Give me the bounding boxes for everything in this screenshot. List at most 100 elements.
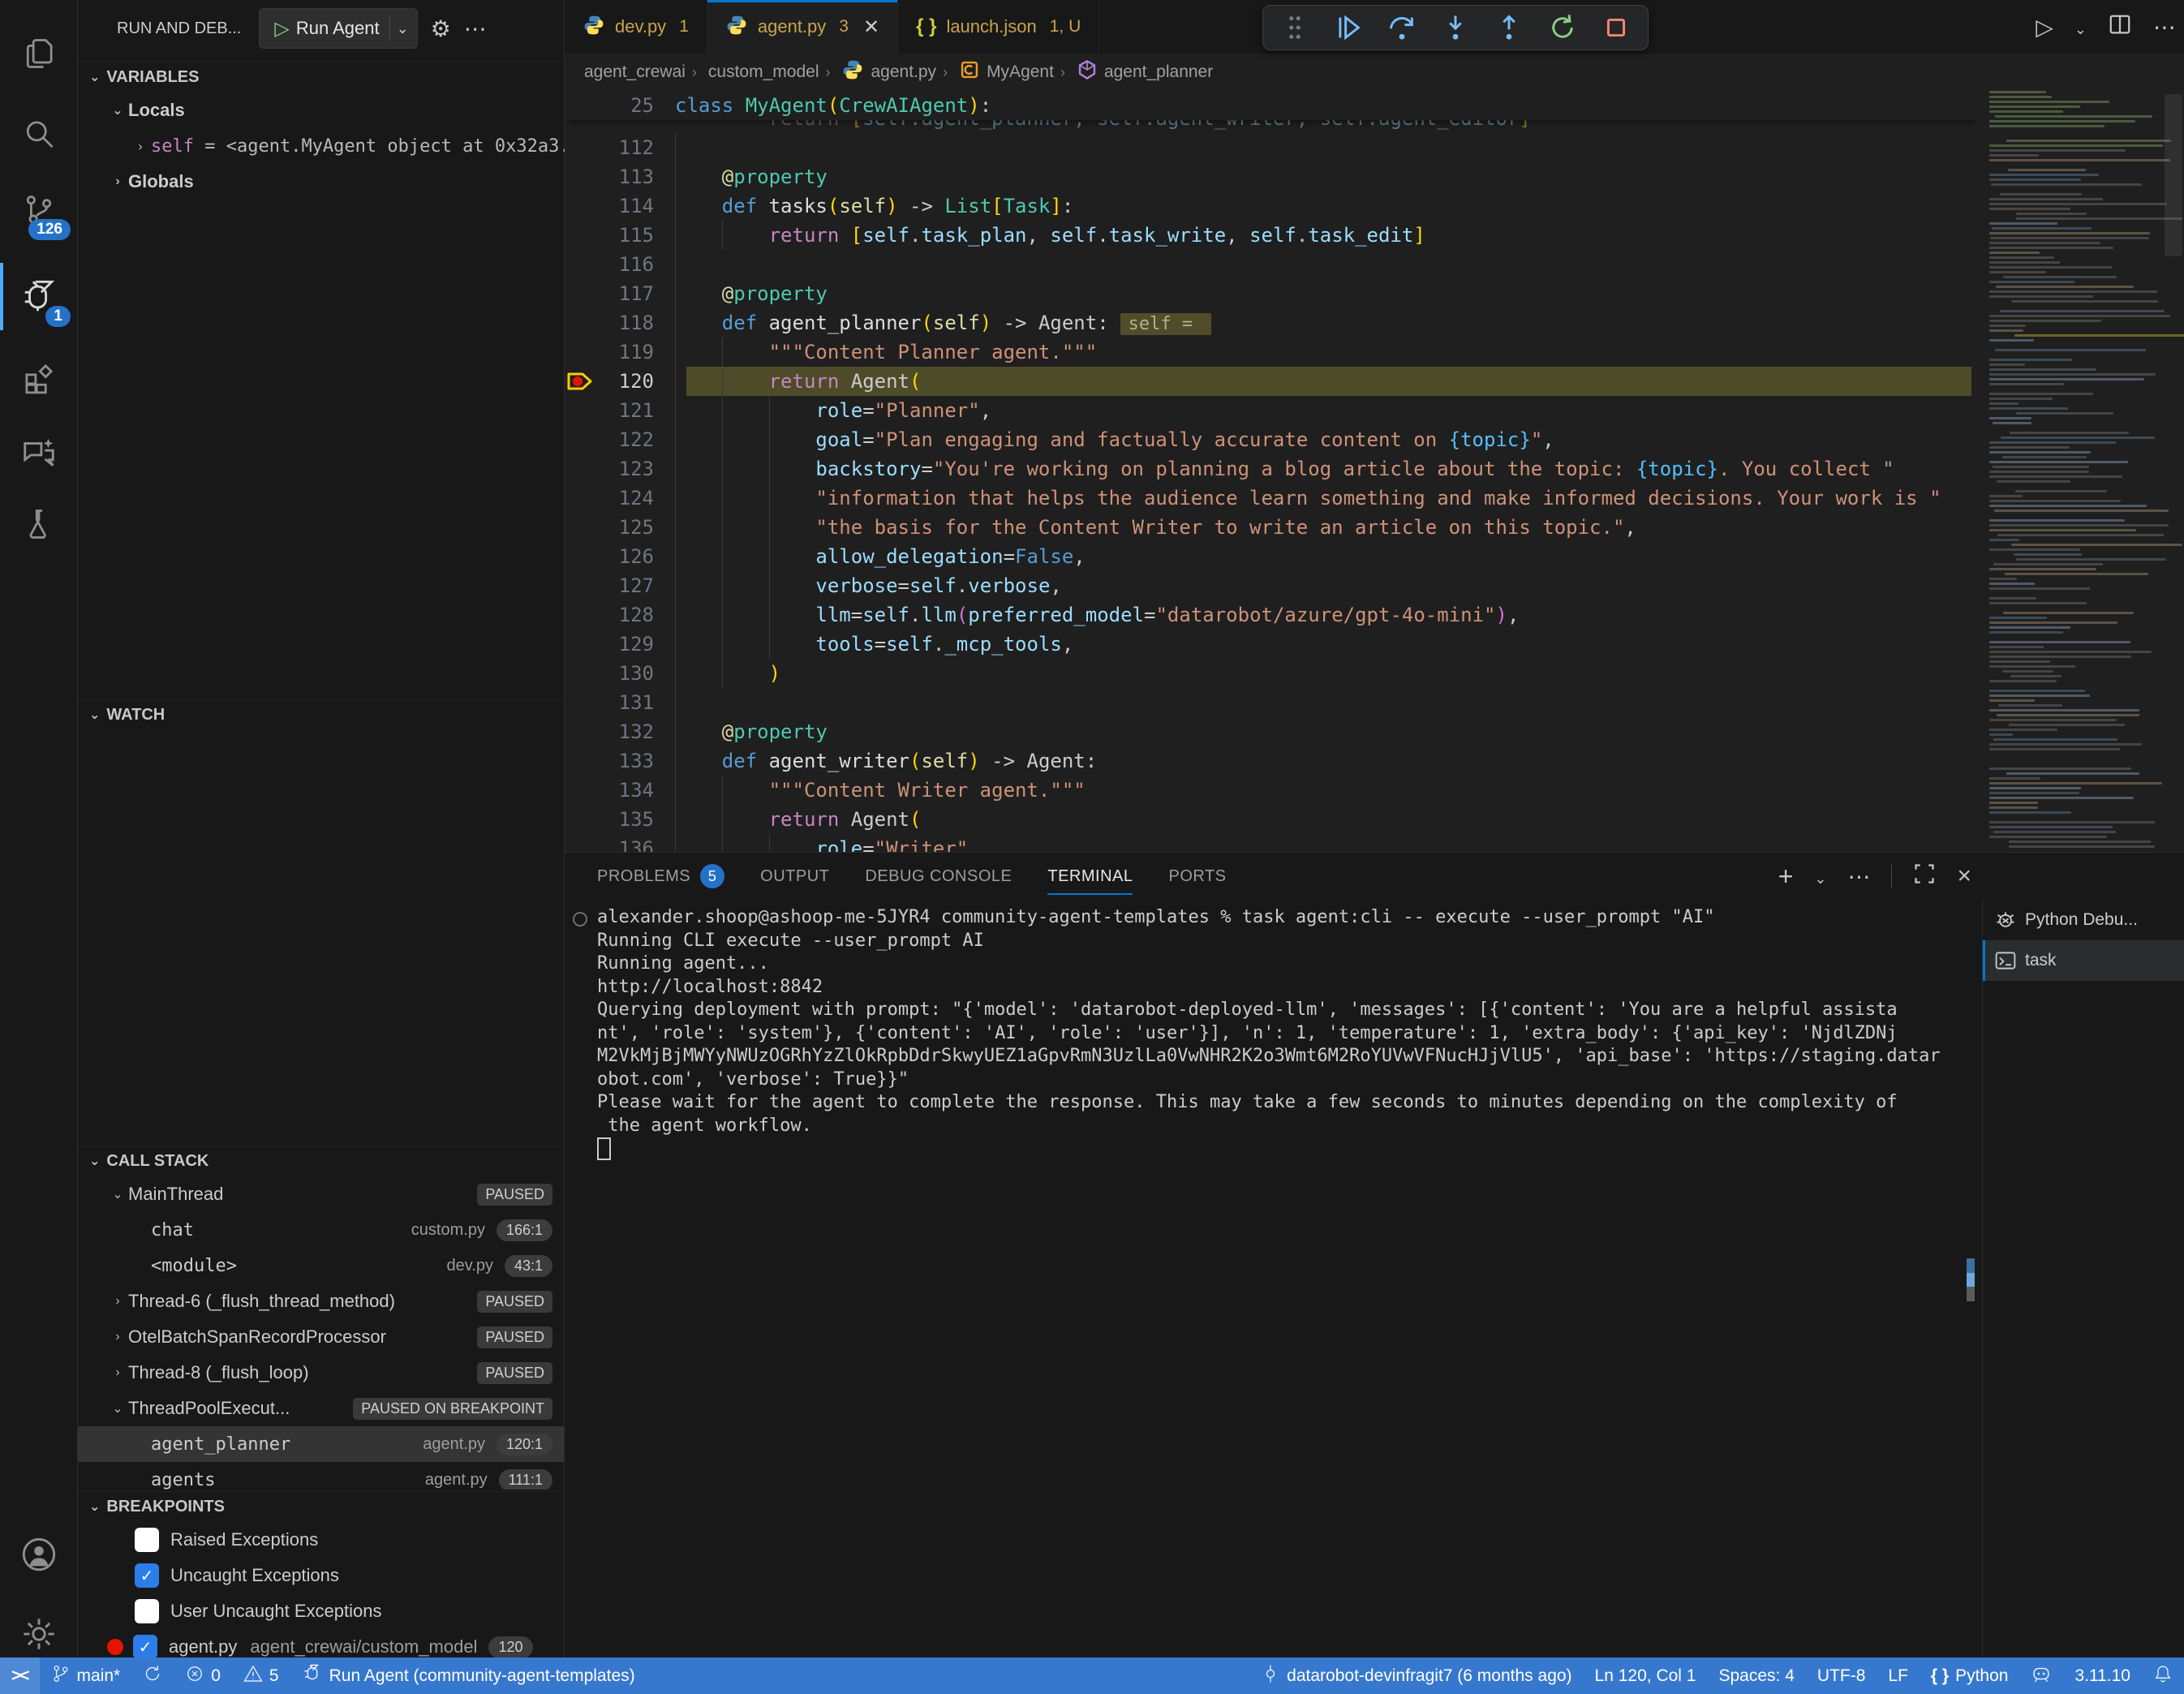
call-stack-item-OtelBatchSpanRecordProcessor[interactable]: ›OtelBatchSpanRecordProcessorPAUSED bbox=[78, 1319, 564, 1355]
line-number[interactable]: 127 bbox=[597, 571, 654, 600]
line-number[interactable]: 135 bbox=[597, 805, 654, 834]
status-error[interactable]: 0 bbox=[174, 1657, 232, 1694]
line-number[interactable]: 114 bbox=[597, 191, 654, 221]
status-warning[interactable]: 5 bbox=[232, 1657, 290, 1694]
code-line-129[interactable]: 129tools=self._mcp_tools, bbox=[565, 630, 1980, 659]
line-number[interactable]: 119 bbox=[597, 338, 654, 367]
checkbox[interactable] bbox=[135, 1599, 159, 1623]
more-actions-icon[interactable]: ⋯ bbox=[2153, 14, 2176, 41]
call-stack-item-Thread-6_flush_thread_method[interactable]: ›Thread-6 (_flush_thread_method)PAUSED bbox=[78, 1283, 564, 1319]
run-icon[interactable]: ▷ bbox=[2036, 14, 2053, 41]
line-number[interactable]: 112 bbox=[597, 133, 654, 162]
panel-tab-output[interactable]: OUTPUT bbox=[760, 853, 829, 900]
line-number[interactable]: 129 bbox=[597, 630, 654, 659]
restart-button[interactable] bbox=[1539, 10, 1586, 45]
checkbox[interactable] bbox=[135, 1528, 159, 1552]
locals-group[interactable]: ⌄ Locals bbox=[78, 92, 564, 128]
testing-icon[interactable] bbox=[0, 485, 77, 562]
code-line-124[interactable]: 124"information that helps the audience … bbox=[565, 484, 1980, 513]
breadcrumb-item-agent_crewai[interactable]: agent_crewai bbox=[584, 62, 686, 82]
command-decoration-icon[interactable] bbox=[573, 912, 587, 927]
breadcrumb-item-agent.py[interactable]: agent.py bbox=[841, 58, 936, 86]
more-icon[interactable]: ⋯ bbox=[1847, 863, 1870, 890]
status-ln-120-col-1[interactable]: Ln 120, Col 1 bbox=[1584, 1657, 1708, 1694]
code-line-130[interactable]: 130) bbox=[565, 659, 1980, 688]
close-icon[interactable]: ✕ bbox=[863, 15, 879, 39]
globals-group[interactable]: › Globals bbox=[78, 164, 564, 200]
variables-section-header[interactable]: ⌄ VARIABLES bbox=[78, 62, 564, 92]
tab-dev.py[interactable]: dev.py1 bbox=[565, 0, 707, 54]
line-number[interactable]: 132 bbox=[597, 717, 654, 746]
code-line-120[interactable]: 120return Agent( bbox=[565, 367, 1980, 396]
code-line-122[interactable]: 122goal="Plan engaging and factually acc… bbox=[565, 425, 1980, 454]
close-icon[interactable]: × bbox=[1957, 862, 1971, 890]
checkbox[interactable]: ✓ bbox=[135, 1563, 159, 1588]
status-utf-8[interactable]: UTF-8 bbox=[1806, 1657, 1877, 1694]
gear-icon[interactable]: ⚙ bbox=[431, 15, 451, 42]
extensions-icon[interactable] bbox=[0, 339, 77, 416]
line-number[interactable]: 124 bbox=[597, 484, 654, 513]
call-stack-item-Thread-8_flush_loop[interactable]: ›Thread-8 (_flush_loop)PAUSED bbox=[78, 1355, 564, 1391]
line-number[interactable]: 121 bbox=[597, 396, 654, 425]
code-line-123[interactable]: 123backstory="You're working on planning… bbox=[565, 454, 1980, 484]
terminal-list-item-PythonDebu[interactable]: Python Debu... bbox=[1983, 900, 2184, 940]
code-line-113[interactable]: 113@property bbox=[565, 162, 1980, 191]
code-line-133[interactable]: 133def agent_writer(self) -> Agent: bbox=[565, 746, 1980, 776]
status-spaces-4[interactable]: Spaces: 4 bbox=[1707, 1657, 1805, 1694]
code-line-134[interactable]: 134"""Content Writer agent.""" bbox=[565, 776, 1980, 805]
code-line-117[interactable]: 117@property bbox=[565, 279, 1980, 308]
terminal-scrollbar[interactable] bbox=[1967, 906, 1975, 1658]
explorer-icon[interactable] bbox=[0, 15, 77, 92]
breadcrumb-item-MyAgent[interactable]: MyAgent bbox=[959, 59, 1054, 85]
code-line-127[interactable]: 127verbose=self.verbose, bbox=[565, 571, 1980, 600]
code-line-136[interactable]: 136role="Writer" bbox=[565, 834, 1980, 852]
breakpoint-item-RaisedExceptions[interactable]: Raised Exceptions bbox=[78, 1522, 564, 1558]
status-3-11-10[interactable]: 3.11.10 bbox=[2063, 1657, 2142, 1694]
breakpoint-item-UserUncaughtExceptions[interactable]: User Uncaught Exceptions bbox=[78, 1593, 564, 1629]
chevron-down-icon[interactable]: ⌄ bbox=[397, 20, 409, 37]
code-line-112[interactable]: 112 bbox=[565, 133, 1980, 162]
line-number[interactable]: 125 bbox=[597, 513, 654, 542]
line-number[interactable]: 117 bbox=[597, 279, 654, 308]
breakpoint-item-UncaughtExceptions[interactable]: ✓Uncaught Exceptions bbox=[78, 1558, 564, 1593]
call-stack-item-ThreadPoolExecut[interactable]: ⌄ThreadPoolExecut...PAUSED ON BREAKPOINT bbox=[78, 1391, 564, 1426]
line-number[interactable]: 118 bbox=[597, 308, 654, 338]
status-sync[interactable] bbox=[131, 1657, 174, 1694]
sticky-scroll-line[interactable]: 25class MyAgent(CrewAIAgent): bbox=[565, 91, 1980, 120]
search-icon[interactable] bbox=[0, 96, 77, 173]
status-commit[interactable]: datarobot-devinfragit7 (6 months ago) bbox=[1249, 1657, 1583, 1694]
call-stack-item-MainThread[interactable]: ⌄MainThreadPAUSED bbox=[78, 1176, 564, 1212]
line-number[interactable]: 116 bbox=[597, 250, 654, 279]
line-number[interactable]: 122 bbox=[597, 425, 654, 454]
account-icon[interactable] bbox=[0, 1516, 77, 1593]
chat-icon[interactable] bbox=[0, 414, 77, 491]
run-and-debug-icon[interactable]: 1 bbox=[0, 258, 77, 335]
line-number[interactable]: 120 bbox=[597, 367, 654, 396]
code-line-135[interactable]: 135return Agent( bbox=[565, 805, 1980, 834]
more-actions-icon[interactable]: ⋯ bbox=[464, 15, 487, 42]
source-control-icon[interactable]: 126 bbox=[0, 171, 77, 248]
panel-tab-terminal[interactable]: TERMINAL bbox=[1047, 853, 1133, 900]
code-line-116[interactable]: 116 bbox=[565, 250, 1980, 279]
line-number[interactable]: 130 bbox=[597, 659, 654, 688]
breadcrumb-item-custom_model[interactable]: custom_model bbox=[708, 62, 819, 82]
line-number[interactable]: 134 bbox=[597, 776, 654, 805]
variable-self[interactable]: › self = <agent.MyAgent object at 0x32a3… bbox=[78, 128, 564, 164]
code-line-125[interactable]: 125"the basis for the Content Writer to … bbox=[565, 513, 1980, 542]
status-braces[interactable]: { }Python bbox=[1920, 1657, 2020, 1694]
editor-scrollbar[interactable] bbox=[2165, 94, 2182, 256]
status-debug[interactable]: Run Agent (community-agent-templates) bbox=[290, 1657, 647, 1694]
code-line-118[interactable]: 118def agent_planner(self) -> Agent:self… bbox=[565, 308, 1980, 338]
line-number[interactable]: 131 bbox=[597, 688, 654, 717]
code-line-132[interactable]: 132@property bbox=[565, 717, 1980, 746]
split-editor-icon[interactable] bbox=[2108, 12, 2132, 42]
call-stack-item-agent_planner[interactable]: agent_planneragent.py120:1 bbox=[78, 1426, 564, 1462]
new-terminal-icon[interactable]: + bbox=[1778, 862, 1794, 892]
call-stack-item-module[interactable]: <module>dev.py43:1 bbox=[78, 1248, 564, 1283]
watch-section-header[interactable]: ⌄ WATCH bbox=[78, 699, 564, 729]
line-number[interactable]: 113 bbox=[597, 162, 654, 191]
code-line-114[interactable]: 114def tasks(self) -> List[Task]: bbox=[565, 191, 1980, 221]
panel-tab-ports[interactable]: PORTS bbox=[1168, 853, 1226, 900]
breadcrumb-item-agent_planner[interactable]: agent_planner bbox=[1077, 59, 1213, 85]
terminal-list-item-task[interactable]: task bbox=[1983, 940, 2184, 981]
